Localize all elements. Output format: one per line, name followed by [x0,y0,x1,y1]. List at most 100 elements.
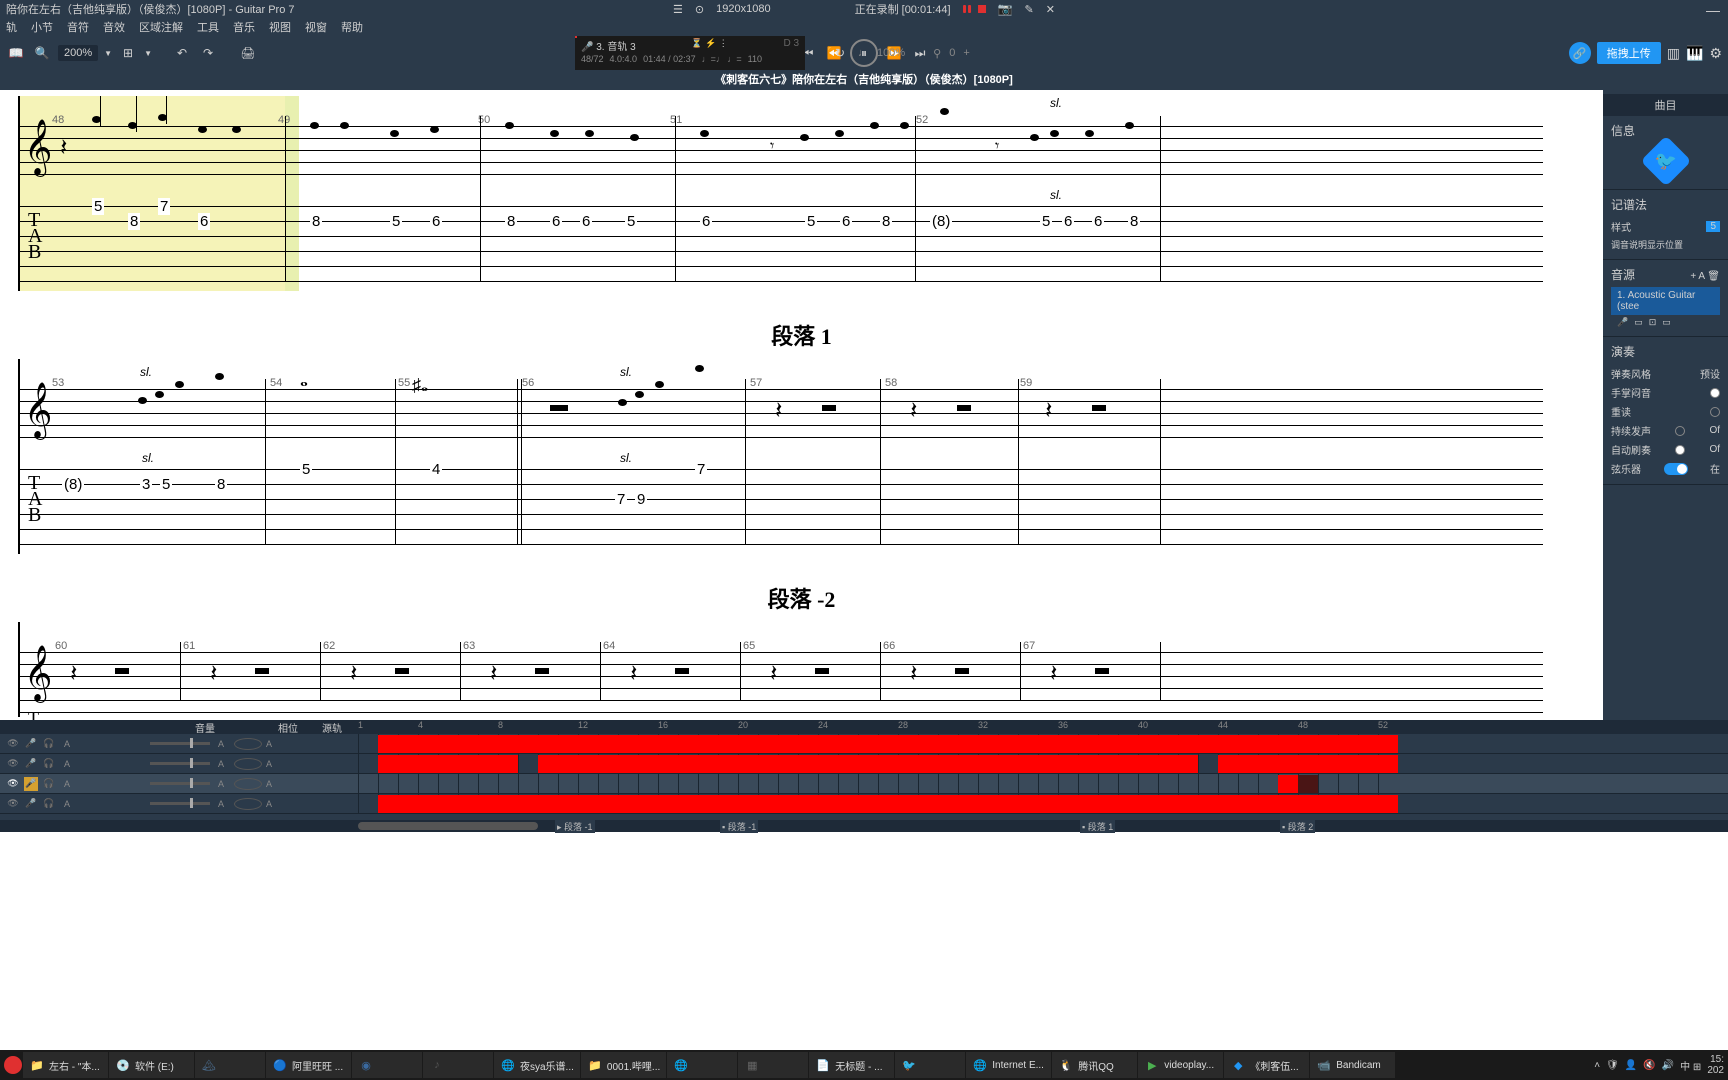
taskbar-item[interactable]: ▶videoplay... [1138,1052,1223,1078]
taskbar-item[interactable]: 🌐 [667,1052,737,1078]
track-region-muted[interactable] [1298,775,1318,793]
volume-slider[interactable] [150,802,210,805]
close-rec-icon[interactable]: ✕ [1046,3,1055,16]
taskbar-item[interactable]: 📁左右 - "本... [23,1052,108,1078]
menu-bar[interactable]: 小节 [31,19,53,35]
mute-icon[interactable]: 🎤 [24,777,38,791]
taskbar-item[interactable]: 🐧腾讯QQ [1052,1052,1137,1078]
taskbar-item[interactable]: 💿软件 (E:) [109,1052,194,1078]
solo-icon[interactable]: 🎧 [42,777,56,791]
autobrush-toggle[interactable] [1675,445,1685,455]
menu-music[interactable]: 音乐 [233,19,255,35]
auto-icon[interactable]: A [214,737,228,751]
zoom-dropdown-icon[interactable]: ▼ [104,49,112,58]
track-region[interactable] [538,755,1198,773]
taskbar-item[interactable]: ▦ [738,1052,808,1078]
book-icon[interactable]: 📖 [6,43,26,63]
upload-button[interactable]: 拖拽上传 [1597,42,1661,64]
eye-icon[interactable]: 👁 [6,737,20,751]
track-ctrl-icon[interactable]: ▭ [1634,317,1643,328]
mute-icon[interactable]: 🎤 [24,737,38,751]
taskbar-item[interactable]: 🐦 [895,1052,965,1078]
taskbar-item[interactable]: 🏔 [195,1052,265,1078]
taskbar-item[interactable]: ◉ [352,1052,422,1078]
timeline-ruler[interactable]: 音量 相位 源轨 1 4 8 12 16 20 24 28 32 36 40 4… [0,720,1728,734]
track-item[interactable]: 1. Acoustic Guitar (stee [1611,287,1720,315]
repeat-toggle[interactable] [1710,407,1720,417]
loop-icon[interactable]: ↻ [830,43,850,63]
score-area[interactable]: 𝄞 48 49 50 51 52 sl. 𝄽 𝄾 [0,90,1603,720]
tray-icon[interactable]: 🔇 [1643,1060,1655,1071]
tuning-fork-icon[interactable]: ⚲ [933,47,941,60]
add-icon[interactable]: + [1690,271,1696,282]
track-ctrl-icon[interactable]: ▭ [1662,317,1671,328]
delete-icon[interactable]: 🗑 [1707,271,1720,282]
auto-icon[interactable]: A [214,797,228,811]
preset-value[interactable]: 预设 [1700,366,1720,381]
camera-icon[interactable]: 📷 [998,2,1013,16]
grid-icon[interactable]: ⊞ [118,43,138,63]
pencil-icon[interactable]: ✎ [1025,3,1034,16]
auto-icon[interactable]: A [262,777,276,791]
track-region[interactable] [1218,755,1398,773]
style-value[interactable]: 5 [1706,221,1720,232]
eye-icon[interactable]: 👁 [6,777,20,791]
section-marker[interactable]: ▪ 段落 2 [1280,820,1315,833]
pan-dial[interactable] [234,778,262,790]
print-icon[interactable]: 🖨 [238,43,258,63]
auto-icon[interactable]: A [262,757,276,771]
auto-icon[interactable]: A [262,797,276,811]
track-tools[interactable]: ⏳ ⚡ ⋮ [691,38,727,53]
mute-icon[interactable]: 🎤 [24,757,38,771]
split-icon[interactable]: ▥ [1667,45,1680,62]
volume-slider[interactable] [150,762,210,765]
section-marker[interactable]: ▪ 段落 1 [1080,820,1115,833]
auto-icon[interactable]: A [262,737,276,751]
taskbar-item[interactable]: 📹Bandicam [1310,1052,1395,1078]
menu-view[interactable]: 视图 [269,19,291,35]
menu-effect[interactable]: 音效 [103,19,125,35]
menu-note[interactable]: 音符 [67,19,89,35]
taskbar-item[interactable]: 📁0001.哔哩... [581,1052,666,1078]
menu-window[interactable]: 视窗 [305,19,327,35]
palm-mute-toggle[interactable] [1710,388,1720,398]
taskbar-item[interactable]: ♪ [423,1052,493,1078]
start-button[interactable] [4,1056,22,1074]
track-icon[interactable]: 🎤 [1617,317,1628,328]
menu-help[interactable]: 帮助 [341,19,363,35]
auto-icon[interactable]: A [60,777,74,791]
text-icon[interactable]: A [1698,271,1704,282]
ime-indicator[interactable]: 中 ⊞ [1680,1058,1701,1073]
auto-icon[interactable]: A [60,737,74,751]
tray-icon[interactable]: 🛡 [1606,1060,1619,1071]
settings-icon[interactable]: ⚙ [1709,45,1722,62]
solo-icon[interactable]: 🎧 [42,737,56,751]
pan-dial[interactable] [234,758,262,770]
zoom-level[interactable]: 200% [58,45,98,61]
volume-slider[interactable] [150,742,210,745]
track-region[interactable] [1278,775,1298,793]
taskbar-item[interactable]: 🌐Internet E... [966,1052,1051,1078]
minimize-icon[interactable]: — [1706,2,1720,18]
tray-expand-icon[interactable]: ˄ [1594,1060,1600,1071]
search-icon[interactable]: 🔍 [32,43,52,63]
redo-icon[interactable]: ↷ [198,43,218,63]
side-tab-song[interactable]: 曲目 [1603,94,1728,116]
solo-icon[interactable]: 🎧 [42,757,56,771]
auto-icon[interactable]: A [214,757,228,771]
piano-icon[interactable]: 🎹 [1686,45,1703,62]
eye-icon[interactable]: 👁 [6,757,20,771]
track-ctrl-icon[interactable]: ⊡ [1649,317,1657,328]
taskbar-item[interactable]: 🌐夜sya乐谱... [494,1052,580,1078]
timeline-scrollbar[interactable]: ▸ 段落 -1 ▪ 段落 -1 ▪ 段落 1 ▪ 段落 2 [0,820,1728,832]
scrollbar-thumb[interactable] [358,822,538,830]
grid-dropdown-icon[interactable]: ▼ [144,49,152,58]
taskbar-item[interactable]: ◆《刺客伍... [1224,1052,1309,1078]
taskbar-item[interactable]: 🔵阿里旺旺 ... [266,1052,351,1078]
section-marker[interactable]: ▸ 段落 -1 [555,820,595,833]
stop-icon[interactable] [978,5,986,13]
system-tray[interactable]: ˄ 🛡 👤 🔇 🔊 中 ⊞ 15: 202 [1594,1054,1724,1076]
track-region[interactable] [378,735,1398,753]
mute-icon[interactable]: 🎤 [24,797,38,811]
note-value-icon[interactable]: ♩ [858,47,869,59]
